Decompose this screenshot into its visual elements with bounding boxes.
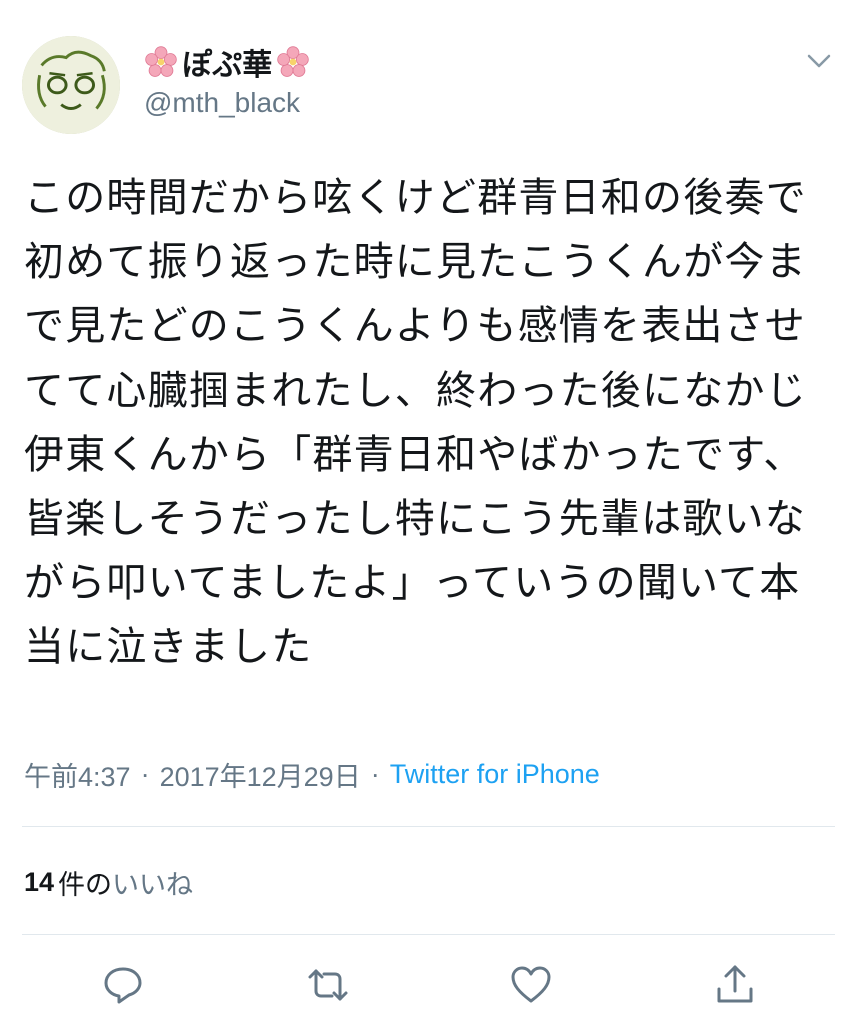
tweet-text: この時間だから呟くけど群青日和の後奏で初めて振り返った時に見たこうくんが今まで見… [24, 175, 807, 671]
cherry-blossom-icon [277, 46, 310, 77]
like-button[interactable] [508, 962, 554, 1008]
likes-label-counter: 件の [58, 869, 113, 901]
cherry-blossom-icon [145, 46, 177, 77]
heart-icon [511, 966, 551, 1003]
reply-icon [104, 967, 142, 1004]
avatar[interactable] [22, 36, 120, 134]
divider [22, 826, 835, 827]
tweet-date: 2017年12月29日 [159, 761, 361, 792]
display-name-row[interactable]: ぽぷ華 [144, 42, 310, 83]
tweet-meta: 午前4:37 · 2017年12月29日 · Twitter for iPhon… [24, 754, 600, 794]
reply-button[interactable] [100, 962, 146, 1008]
tweet-time: 午前4:37 [24, 761, 131, 792]
likes-label: いいね [112, 869, 194, 901]
avatar-drawing [22, 36, 120, 134]
tweet-source-link[interactable]: Twitter for iPhone [390, 759, 600, 790]
divider [22, 934, 835, 935]
user-handle[interactable]: @mth_black [144, 87, 300, 119]
retweet-icon [308, 969, 348, 1001]
share-icon [717, 965, 753, 1003]
likes-count: 14 [24, 866, 55, 897]
meta-separator: · [140, 758, 150, 789]
share-button[interactable] [712, 962, 758, 1008]
display-name: ぽぷ華 [182, 48, 273, 83]
meta-separator: · [370, 758, 380, 789]
retweet-button[interactable] [305, 962, 351, 1008]
likes-count-link[interactable]: 14 件の いいね [24, 862, 193, 902]
chevron-down-icon[interactable] [804, 46, 834, 76]
